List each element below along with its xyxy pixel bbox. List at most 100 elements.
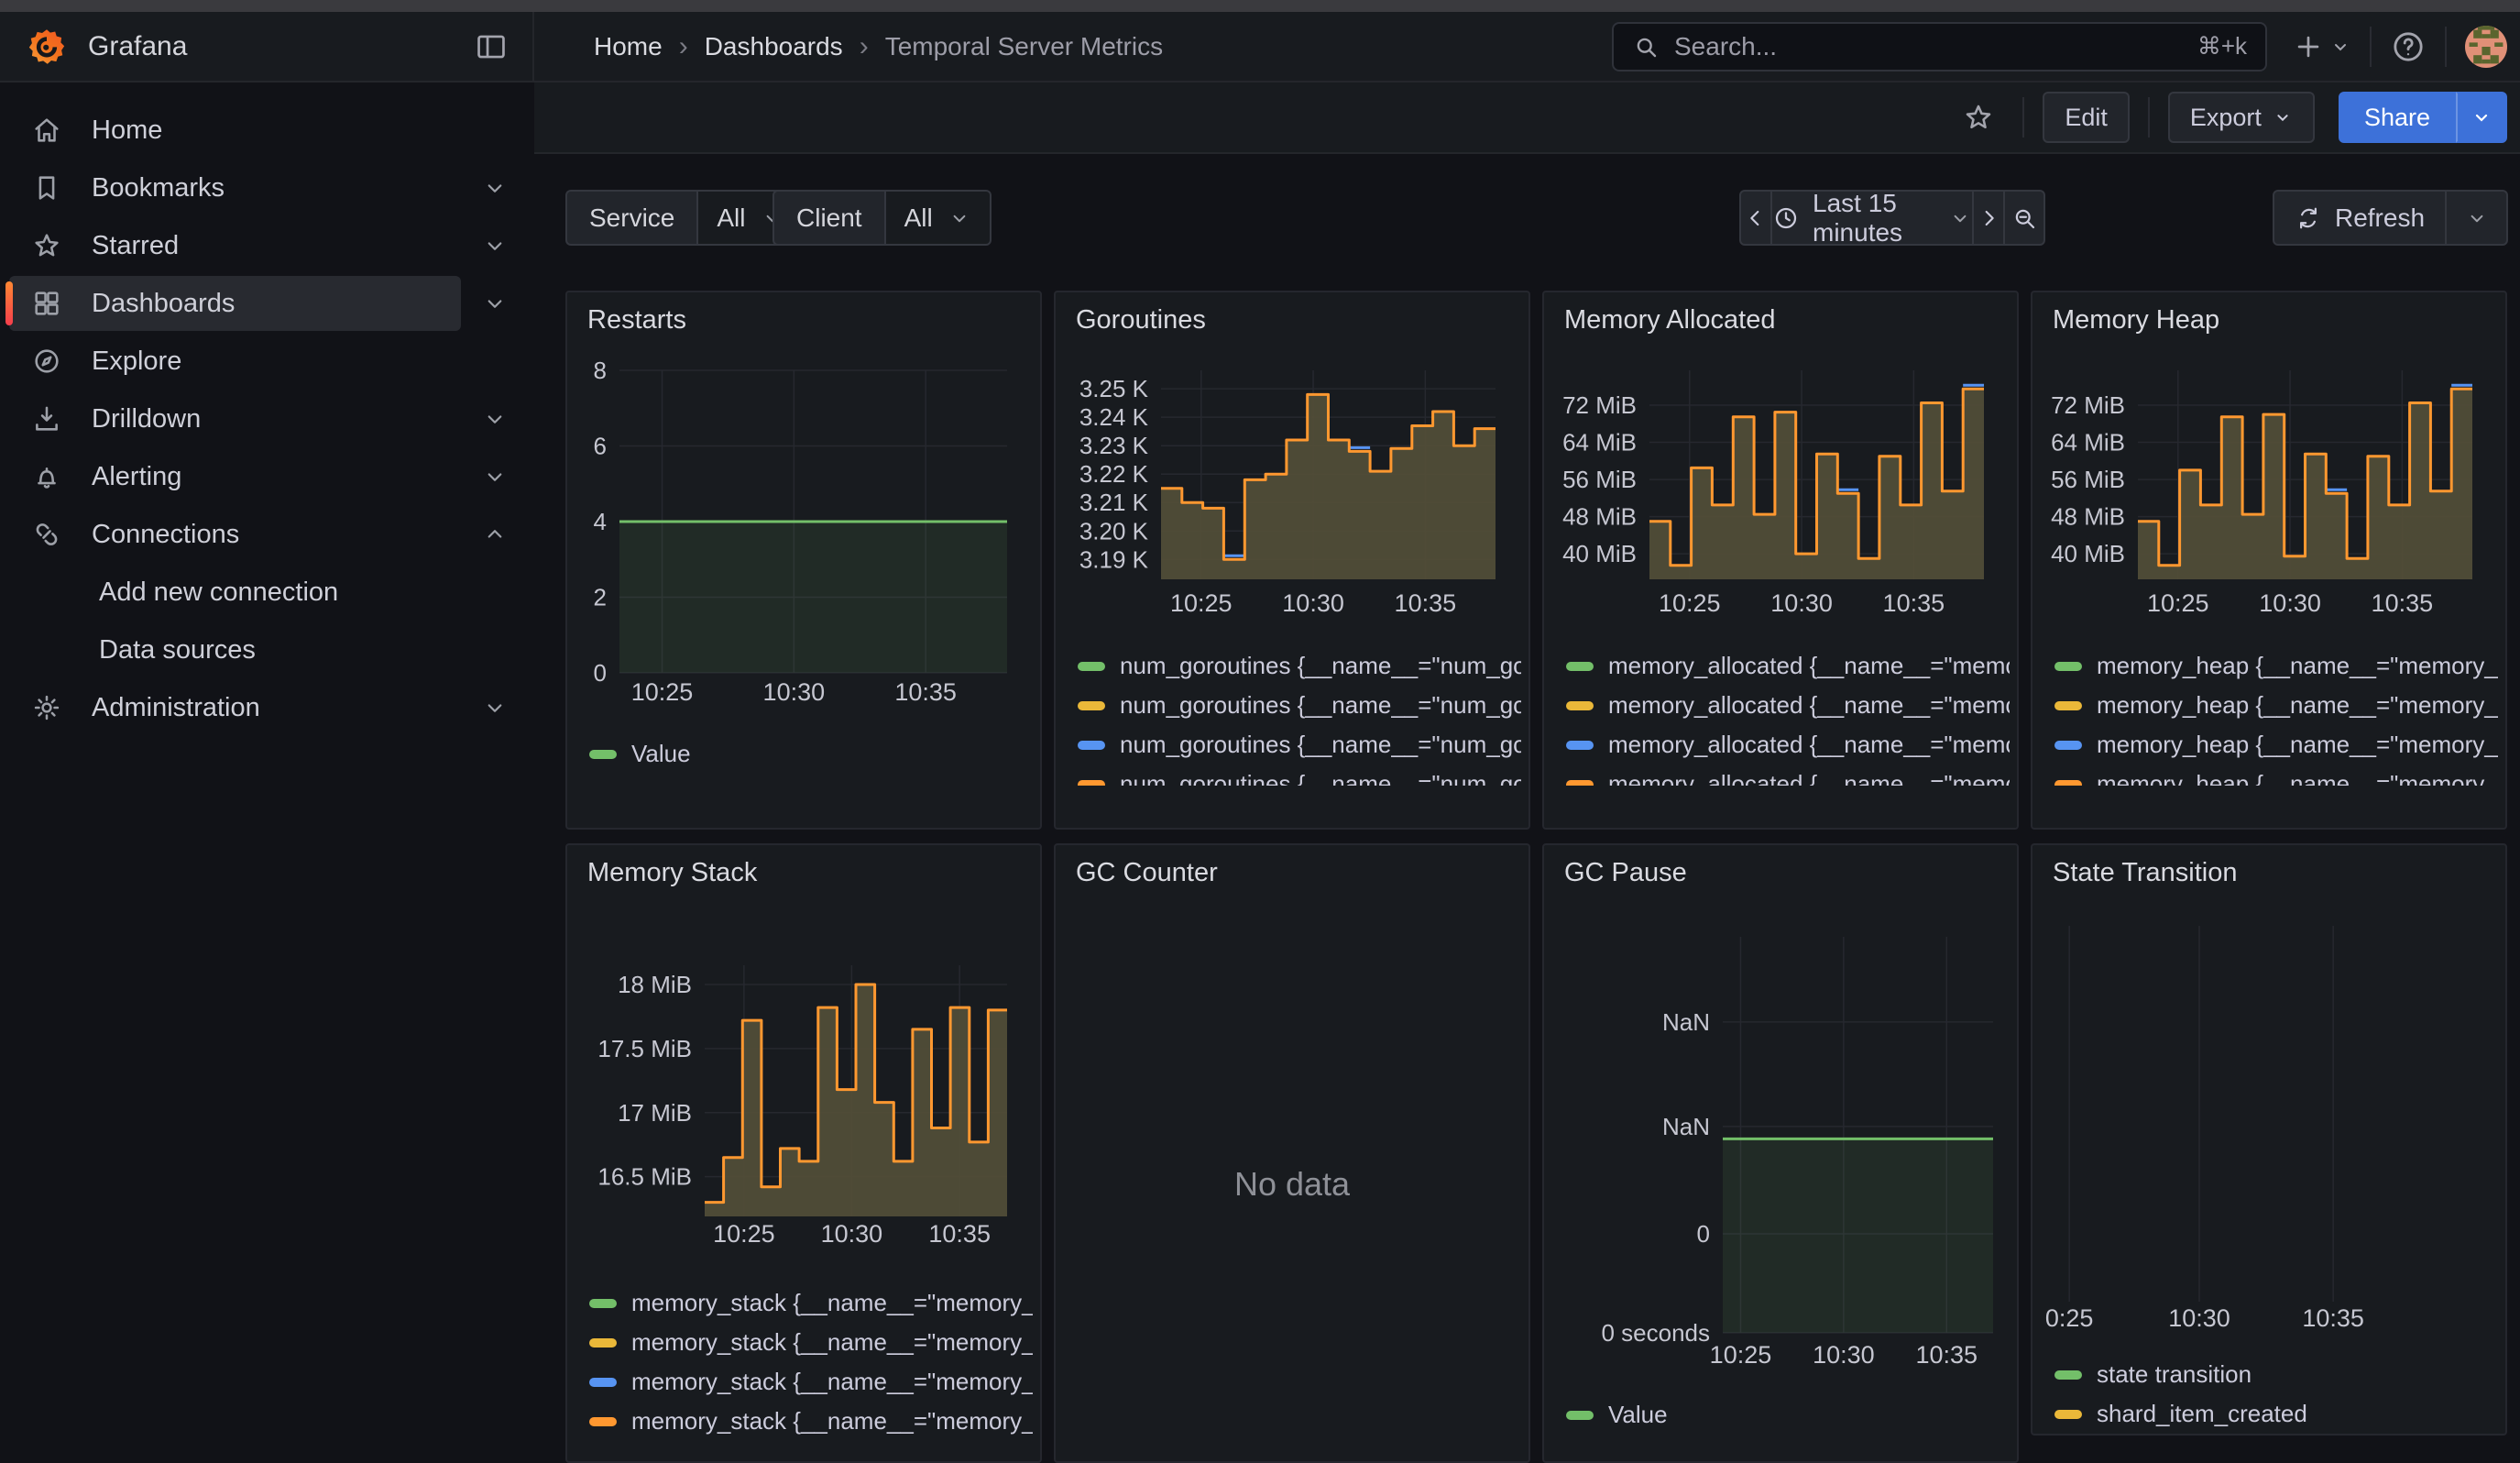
legend-item[interactable]: memory_heap {__name__="memory_h xyxy=(2054,764,2498,786)
breadcrumb-item-temporal-server-metrics: Temporal Server Metrics xyxy=(885,32,1163,61)
time-range-back-button[interactable] xyxy=(1739,190,1772,246)
legend-item[interactable]: memory_heap {__name__="memory_h xyxy=(2054,646,2498,686)
sidebar: HomeBookmarksStarredDashboardsExploreDri… xyxy=(0,82,534,1463)
search-input[interactable]: Search... ⌘+k xyxy=(1612,22,2267,72)
legend-item[interactable]: Value xyxy=(589,734,1033,774)
grafana-logo[interactable] xyxy=(26,26,68,68)
breadcrumb: Home›Dashboards›Temporal Server Metrics xyxy=(594,31,1163,62)
legend-label: num_goroutines {__name__="num_go xyxy=(1120,770,1521,786)
legend-label: memory_heap {__name__="memory_h xyxy=(2097,652,2498,680)
variable-value-dropdown[interactable]: All xyxy=(884,190,992,246)
drilldown-icon xyxy=(31,403,62,434)
legend-item[interactable]: memory_heap {__name__="memory_h xyxy=(2054,686,2498,725)
legend-label: memory_stack {__name__="memory_s xyxy=(631,1289,1033,1317)
share-chevron-button[interactable] xyxy=(2456,92,2507,143)
chevron-down-icon[interactable] xyxy=(477,401,513,437)
svg-text:10:25: 10:25 xyxy=(1659,589,1721,617)
chevron-down-icon[interactable] xyxy=(477,689,513,726)
svg-text:0: 0 xyxy=(594,659,607,687)
chevron-down-icon[interactable] xyxy=(477,170,513,206)
sidebar-item-alerting[interactable]: Alerting xyxy=(9,449,461,504)
legend-color-pill xyxy=(1078,701,1105,710)
svg-text:48 MiB: 48 MiB xyxy=(2051,503,2125,531)
share-button[interactable]: Share xyxy=(2339,92,2456,143)
svg-text:10:35: 10:35 xyxy=(1395,589,1457,617)
svg-text:6: 6 xyxy=(594,433,607,460)
sidebar-item-drilldown[interactable]: Drilldown xyxy=(9,391,461,446)
breadcrumb-separator: › xyxy=(860,31,869,62)
legend-label: memory_allocated {__name__="memo xyxy=(1608,731,2010,759)
svg-text:3.24 K: 3.24 K xyxy=(1079,403,1149,431)
avatar[interactable] xyxy=(2465,26,2507,68)
refresh-button[interactable]: Refresh xyxy=(2273,190,2447,246)
add-button[interactable] xyxy=(2293,31,2324,62)
svg-text:56 MiB: 56 MiB xyxy=(1562,466,1637,493)
chevron-down-icon[interactable] xyxy=(477,227,513,264)
panel-gc-pause: GC PauseNaNNaN00 seconds10:2510:3010:35V… xyxy=(1542,843,2019,1463)
legend-item[interactable]: memory_allocated {__name__="memo xyxy=(1566,764,2010,786)
bell-icon xyxy=(31,461,62,492)
chevron-down-icon[interactable] xyxy=(477,458,513,495)
chevron-up-icon[interactable] xyxy=(477,516,513,553)
sidebar-item-dashboards[interactable]: Dashboards xyxy=(9,276,461,331)
legend-item[interactable]: memory_allocated {__name__="memo xyxy=(1566,646,2010,686)
variable-label: Client xyxy=(772,190,884,246)
legend-item[interactable]: memory_allocated {__name__="memo xyxy=(1566,725,2010,764)
zoom-out-button[interactable] xyxy=(2003,190,2045,246)
export-button[interactable]: Export xyxy=(2168,92,2315,143)
chart-gc-pause[interactable]: NaNNaN00 seconds10:2510:3010:35 xyxy=(1544,845,2017,1463)
legend-item[interactable]: memory_allocated {__name__="memo xyxy=(1566,686,2010,725)
svg-text:3.25 K: 3.25 K xyxy=(1079,375,1149,402)
legend-item[interactable]: shard_item_created xyxy=(2054,1394,2498,1434)
legend-color-pill xyxy=(1566,701,1594,710)
sidebar-item-bookmarks[interactable]: Bookmarks xyxy=(9,160,461,215)
sidebar-item-starred[interactable]: Starred xyxy=(9,218,461,273)
svg-text:10:30: 10:30 xyxy=(821,1220,883,1248)
legend-color-pill xyxy=(1566,662,1594,671)
panel-memory-allocated: Memory Allocated72 MiB64 MiB56 MiB48 MiB… xyxy=(1542,291,2019,830)
time-range-picker[interactable]: Last 15 minutes xyxy=(1770,190,1974,246)
sidebar-item-explore[interactable]: Explore xyxy=(9,334,461,389)
refresh-interval-dropdown[interactable] xyxy=(2445,190,2508,246)
chart-state-transition[interactable]: 0:2510:3010:35 xyxy=(2032,845,2505,1436)
favorite-star-icon[interactable] xyxy=(1962,101,1995,134)
legend-label: memory_allocated {__name__="memo xyxy=(1608,652,2010,680)
variable-label: Service xyxy=(565,190,696,246)
star-icon xyxy=(31,230,62,261)
legend-item[interactable]: num_goroutines {__name__="num_go xyxy=(1078,686,1521,725)
legend: memory_allocated {__name__="memo memory_a… xyxy=(1566,646,2010,786)
svg-text:10:25: 10:25 xyxy=(1710,1341,1772,1369)
legend-item[interactable]: state transition xyxy=(2054,1355,2498,1394)
sidebar-item-add-new-connection[interactable]: Add new connection xyxy=(9,565,461,620)
sidebar-item-administration[interactable]: Administration xyxy=(9,680,461,735)
svg-text:72 MiB: 72 MiB xyxy=(2051,391,2125,419)
legend-item[interactable]: memory_heap {__name__="memory_h xyxy=(2054,725,2498,764)
dock-menu-icon[interactable] xyxy=(474,29,509,64)
add-chevron-icon[interactable] xyxy=(2329,36,2351,58)
legend-item[interactable]: Value xyxy=(1566,1395,2010,1435)
legend-item[interactable]: num_goroutines {__name__="num_go xyxy=(1078,646,1521,686)
time-range-forward-button[interactable] xyxy=(1972,190,2005,246)
legend-item[interactable]: memory_stack {__name__="memory_s xyxy=(589,1283,1033,1323)
chevron-down-icon[interactable] xyxy=(477,285,513,322)
breadcrumb-item-dashboards[interactable]: Dashboards xyxy=(705,32,843,61)
panel-title[interactable]: GC Counter xyxy=(1076,858,1218,888)
legend-item[interactable]: memory_stack {__name__="memory_s xyxy=(589,1323,1033,1362)
legend-item[interactable]: num_goroutines {__name__="num_go xyxy=(1078,764,1521,786)
legend-label: num_goroutines {__name__="num_go xyxy=(1120,731,1521,759)
svg-text:48 MiB: 48 MiB xyxy=(1562,503,1637,531)
svg-text:4: 4 xyxy=(594,508,607,535)
legend-item[interactable]: memory_stack {__name__="memory_s xyxy=(589,1402,1033,1441)
variable-service: ServiceAll xyxy=(565,190,805,246)
help-icon[interactable] xyxy=(2390,28,2427,65)
edit-button[interactable]: Edit xyxy=(2043,92,2130,143)
legend-color-pill xyxy=(2054,662,2082,671)
sidebar-item-connections[interactable]: Connections xyxy=(9,507,461,562)
svg-text:17 MiB: 17 MiB xyxy=(618,1099,692,1127)
sidebar-item-data-sources[interactable]: Data sources xyxy=(9,622,461,677)
svg-text:3.23 K: 3.23 K xyxy=(1079,432,1149,459)
legend-item[interactable]: memory_stack {__name__="memory_s xyxy=(589,1362,1033,1402)
sidebar-item-home[interactable]: Home xyxy=(9,103,461,158)
legend-item[interactable]: num_goroutines {__name__="num_go xyxy=(1078,725,1521,764)
breadcrumb-item-home[interactable]: Home xyxy=(594,32,663,61)
